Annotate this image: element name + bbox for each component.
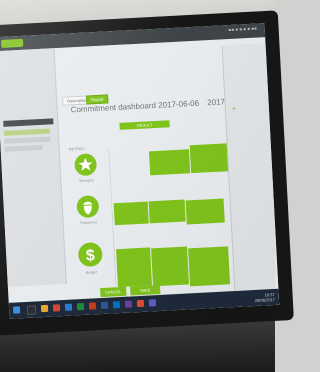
menu-icon[interactable] (228, 27, 258, 37)
powerpoint-icon[interactable] (88, 302, 97, 310)
bar-segment (188, 246, 231, 287)
start-icon[interactable] (12, 306, 21, 314)
result-column-header: RESULT (119, 120, 170, 130)
sidebar-item[interactable] (4, 136, 51, 144)
excel-icon[interactable] (76, 302, 85, 311)
tray-date: 26/06/2017 (254, 296, 276, 304)
word-icon[interactable] (100, 301, 109, 310)
row-label: Resources (80, 220, 97, 225)
browser-icon[interactable] (52, 304, 61, 312)
teams-icon[interactable] (148, 299, 157, 307)
onenote-icon[interactable] (124, 300, 133, 308)
outlook-icon[interactable] (112, 301, 121, 309)
chrome-icon[interactable] (136, 299, 145, 308)
system-tray: 16:37 26/06/2017 (254, 292, 276, 304)
cancel-button[interactable]: CANCEL (100, 286, 127, 298)
monitor-screen: Description Report Commitment dashboard … (0, 23, 280, 319)
bar-segment (113, 201, 149, 226)
row-label: Budget (86, 270, 97, 275)
plus-icon[interactable]: + (232, 106, 238, 113)
sidebar (0, 48, 67, 287)
bar-segment (148, 149, 191, 176)
row-resources: Resources (76, 195, 225, 226)
save-button[interactable]: SAVE (130, 284, 161, 296)
edge-icon[interactable] (64, 303, 73, 311)
row-label: Strengths (79, 178, 94, 183)
sidebar-item[interactable] (3, 128, 50, 136)
row-budget: $ Budget (78, 242, 231, 288)
app-logo[interactable] (0, 38, 24, 48)
folder-icon[interactable] (40, 304, 49, 313)
dollar-icon: $ (85, 247, 95, 264)
sidebar-item[interactable] (4, 144, 43, 152)
bar-segment (116, 247, 153, 288)
bar-segment (148, 199, 186, 224)
bar-segment (185, 198, 225, 225)
row-strengths: Strengths (74, 143, 234, 183)
sidebar-header (3, 118, 54, 127)
bar-segment (151, 246, 190, 287)
search-icon[interactable] (26, 305, 37, 315)
